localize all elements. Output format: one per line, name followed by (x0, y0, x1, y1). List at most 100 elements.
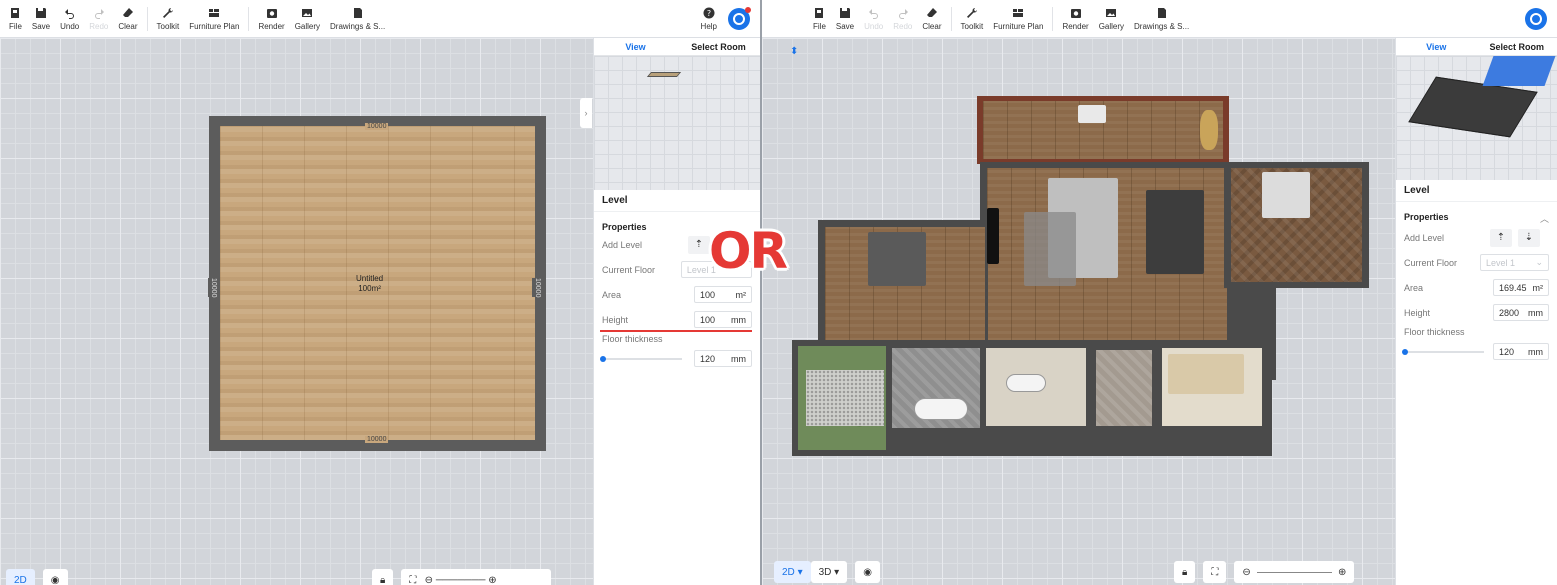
right-screenshot: File Save Undo Redo Clear Toolkit Furnit… (762, 0, 1557, 585)
bottom-right-toolbar: 🔒︎ ⛶ ⊖ ─────── ⊕ (372, 567, 559, 585)
furniture-plan-button[interactable]: Furniture Plan (988, 0, 1048, 38)
view-2d-toggle[interactable]: 2D ▾ (774, 561, 811, 583)
tab-select-room[interactable]: Select Room (677, 38, 760, 55)
design-canvas[interactable]: ⬍ 2D ▾ 3D ▾ ◉ 🔒︎ ⛶ ⊖ ⊕ (762, 38, 1395, 585)
account-avatar[interactable] (1525, 8, 1547, 30)
clear-button[interactable]: Clear (917, 0, 946, 38)
fit-view-icon[interactable]: ⛶ (1203, 561, 1227, 583)
eye-icon[interactable]: ◉ (855, 561, 880, 583)
view-3d-toggle[interactable]: 3D ▾ (810, 561, 848, 583)
tab-select-room[interactable]: Select Room (1477, 38, 1557, 55)
current-floor-row: Current Floor Level 1 ⌄ (1396, 250, 1557, 275)
furniture-plan-button[interactable]: Furniture Plan (184, 0, 244, 38)
area-field[interactable]: 100 m² (694, 286, 752, 303)
file-icon (9, 6, 21, 20)
toolbar: File Save Undo Redo Clear Toolkit Furnit… (762, 0, 1557, 38)
drawings-button[interactable]: Drawings & S... (1129, 0, 1194, 38)
area-field[interactable]: 169.45 m² (1493, 279, 1549, 296)
height-field[interactable]: 2800 mm (1493, 304, 1549, 321)
rug (1024, 212, 1076, 286)
gallery-button[interactable]: Gallery (1094, 0, 1129, 38)
tab-view[interactable]: View (594, 38, 677, 55)
add-level-up-button[interactable]: ⇡ (688, 235, 710, 254)
camera-icon (266, 6, 278, 20)
kitchen-counter (1168, 354, 1244, 394)
3d-preview[interactable] (594, 56, 760, 190)
level-panel-header: Level (594, 190, 760, 212)
help-button[interactable]: ? Help (696, 0, 722, 38)
gallery-icon (301, 6, 313, 20)
camera-icon (1070, 6, 1082, 20)
add-level-up-button[interactable]: ⇡ (1490, 228, 1512, 247)
toolbar-divider (950, 7, 952, 31)
floor-thickness-field[interactable]: 120 mm (1493, 343, 1549, 360)
gallery-icon (1105, 6, 1117, 20)
properties-section[interactable]: Properties ︿ (1396, 202, 1557, 225)
zoom-control[interactable]: ⛶ ⊖ ─────── ⊕ (401, 569, 552, 585)
bottom-toolbar: 2D ▾ 3D ▾ ◉ (774, 559, 888, 585)
view-2d-toggle[interactable]: 2D (6, 569, 35, 585)
floor-thickness-slider[interactable] (1402, 348, 1484, 355)
lock-icon[interactable]: 🔒︎ (1174, 561, 1196, 583)
furniture-plan-icon (1012, 6, 1024, 20)
floor-thickness-slider[interactable] (600, 355, 682, 362)
eye-icon[interactable]: ◉ (42, 569, 68, 585)
current-floor-select[interactable]: Level 1 ⌄ (1480, 254, 1549, 271)
chevron-up-icon[interactable]: ︿ (1540, 212, 1549, 225)
undo-button[interactable]: Undo (859, 0, 888, 38)
undo-icon (868, 6, 880, 20)
drawings-icon (1156, 6, 1168, 20)
dining-table (1146, 190, 1204, 274)
left-screenshot: File Save Undo Redo Clear Toolkit Furnit… (0, 0, 760, 585)
save-button[interactable]: Save (831, 0, 859, 38)
lock-icon[interactable]: 🔒︎ (372, 569, 394, 585)
toolbar: File Save Undo Redo Clear Toolkit Furnit… (0, 0, 760, 38)
zoom-out-icon[interactable]: ⊖ (1242, 567, 1250, 578)
save-button[interactable]: Save (27, 0, 55, 38)
dimension-left: 10000 (208, 278, 219, 298)
render-button[interactable]: Render (253, 0, 289, 38)
drawings-button[interactable]: Drawings & S... (325, 0, 390, 38)
tab-view[interactable]: View (1396, 38, 1477, 55)
toolkit-button[interactable]: Toolkit (956, 0, 989, 38)
toolbar-divider (1052, 7, 1054, 31)
plant-decor (1200, 110, 1218, 150)
height-field[interactable]: 100 mm (694, 311, 752, 328)
zoom-control[interactable]: ⊖ ⊕ (1234, 561, 1355, 583)
render-button[interactable]: Render (1057, 0, 1093, 38)
eraser-icon (122, 6, 134, 20)
furniture-plan-icon (208, 6, 220, 20)
clear-button[interactable]: Clear (113, 0, 142, 38)
floor-thickness-field[interactable]: 120 mm (694, 350, 752, 367)
file-button[interactable]: File (4, 0, 27, 38)
height-highlight-underline (600, 330, 752, 332)
add-level-down-button[interactable]: ⇣ (1518, 228, 1540, 247)
add-level-row: Add Level ⇡ ⇣ (1396, 225, 1557, 250)
room-name: Untitled (356, 274, 384, 283)
toolkit-button[interactable]: Toolkit (152, 0, 185, 38)
balcony-lounge-chair (1078, 105, 1106, 123)
hall-tile-floor (1096, 350, 1152, 426)
wrench-icon (162, 6, 174, 20)
floor-thickness-row: 120 mm (594, 346, 760, 371)
bed-right (1262, 172, 1310, 218)
height-row: Height 100 mm (594, 307, 760, 332)
gravel-path (806, 370, 884, 426)
file-button[interactable]: File (808, 0, 831, 38)
collapse-panel-toggle[interactable]: › (580, 98, 592, 128)
3d-preview[interactable] (1396, 56, 1557, 180)
account-avatar[interactable] (728, 7, 751, 30)
redo-button[interactable]: Redo (84, 0, 113, 38)
gallery-button[interactable]: Gallery (290, 0, 325, 38)
undo-button[interactable]: Undo (55, 0, 84, 38)
bottom-right-toolbar: 🔒︎ ⛶ ⊖ ⊕ (1174, 559, 1362, 585)
side-panel: View Select Room Level Properties Add Le… (593, 38, 760, 585)
redo-button[interactable]: Redo (888, 0, 917, 38)
compass-arrow-icon[interactable]: ⬍ (790, 46, 798, 57)
room-label[interactable]: Untitled 100m² (356, 274, 383, 294)
design-canvas[interactable]: 10000 10000 10000 10000 Untitled 100m² ›… (0, 38, 593, 585)
floor-thickness-label-row: Floor thickness (602, 334, 663, 344)
file-icon (813, 6, 825, 20)
area-row: Area 100 m² (594, 282, 760, 307)
zoom-in-icon[interactable]: ⊕ (1338, 567, 1346, 578)
